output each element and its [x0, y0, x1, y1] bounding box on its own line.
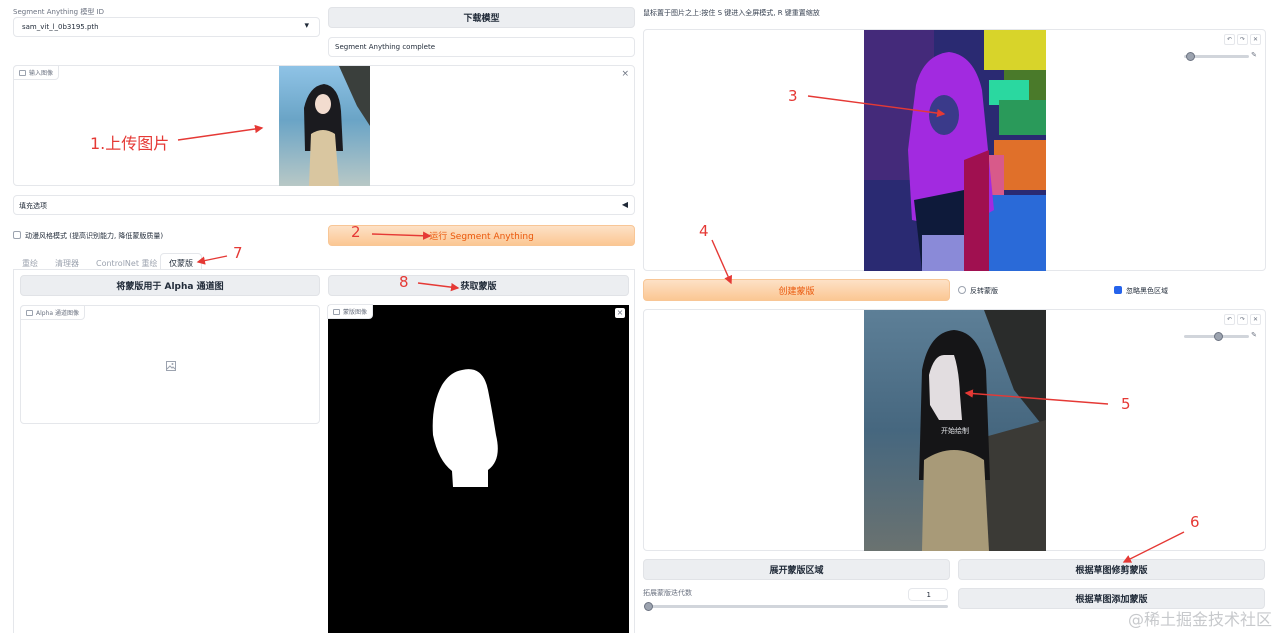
- input-image-tag: 输入图像: [13, 65, 60, 80]
- check-icon: [1116, 295, 1122, 301]
- annotation-6: 6: [1190, 513, 1200, 531]
- download-model-button[interactable]: 下载模型: [328, 7, 635, 28]
- create-mask-button[interactable]: 创建蒙版: [643, 279, 950, 301]
- get-mask-button[interactable]: 获取蒙版: [328, 275, 629, 296]
- model-select-value: sam_vit_l_0b3195.pth: [22, 23, 99, 31]
- mask-image-panel[interactable]: 蒙版图像 ×: [327, 304, 629, 633]
- ignore-black-label: 忽略黑色区域: [1126, 287, 1168, 295]
- image-icon: [26, 309, 33, 316]
- annotation-2: 2: [351, 223, 361, 241]
- input-image-label: 输入图像: [29, 70, 54, 77]
- segment-canvas-panel[interactable]: ↶ ↷ ✕ ✎: [643, 29, 1266, 271]
- alpha-channel-button[interactable]: 将蒙版用于 Alpha 通道图: [20, 275, 320, 296]
- fill-options-accordion[interactable]: 填充选项 ◀: [13, 195, 635, 215]
- undo-icon[interactable]: ↶: [1224, 314, 1235, 325]
- redo-icon[interactable]: ↷: [1237, 34, 1248, 45]
- input-image-panel[interactable]: 输入图像 ×: [13, 65, 635, 186]
- tab-controlnet-inpaint[interactable]: ControlNet 重绘: [96, 258, 158, 269]
- annotation-1: 1.上传图片: [90, 134, 170, 153]
- annotation-3: 3: [788, 87, 798, 105]
- brush-icon: ✎: [1251, 331, 1257, 339]
- clear-icon[interactable]: ✕: [1250, 314, 1261, 325]
- watermark: @稀土掘金技术社区: [1127, 610, 1272, 629]
- status-text: Segment Anything complete: [335, 43, 436, 51]
- iteration-value: 1: [926, 591, 931, 599]
- image-placeholder-icon: [166, 361, 176, 371]
- fill-options-label: 填充选项: [19, 202, 47, 210]
- canvas-toolbar: ↶ ↷ ✕: [1224, 34, 1261, 45]
- model-select[interactable]: sam_vit_l_0b3195.pth ▾: [13, 17, 320, 37]
- annotation-5: 5: [1121, 395, 1131, 413]
- alpha-image-label: Alpha 通道图像: [36, 310, 79, 317]
- anime-mode-label: 动漫风格模式 (提高识别能力, 降低蒙版质量): [25, 232, 164, 240]
- sketch-canvas-panel[interactable]: 开始绘制 ↶ ↷ ✕ ✎: [643, 309, 1266, 551]
- collapse-icon: ◀: [621, 200, 628, 209]
- image-icon: [19, 69, 26, 76]
- mask-image-tag: 蒙版图像: [327, 304, 374, 319]
- trim-mask-button[interactable]: 根据草图修剪蒙版: [958, 559, 1265, 580]
- model-id-label: Segment Anything 模型 ID: [13, 8, 105, 16]
- tab-inpaint[interactable]: 重绘: [22, 258, 38, 269]
- mask-shape: [432, 369, 498, 487]
- close-icon[interactable]: ×: [621, 69, 629, 79]
- run-segment-anything-button[interactable]: 运行 Segment Anything: [328, 225, 635, 246]
- tab-cleaner[interactable]: 清理器: [55, 258, 79, 269]
- expand-mask-button[interactable]: 展开蒙版区域: [643, 559, 950, 580]
- fullscreen-tip: 鼠标置于图片之上:按住 S 键进入全屏模式, R 键重置缩放: [643, 9, 820, 17]
- close-icon[interactable]: ×: [615, 308, 625, 318]
- annotation-8: 8: [399, 273, 409, 291]
- iteration-label: 拓展蒙版迭代数: [643, 589, 692, 597]
- clear-icon[interactable]: ✕: [1250, 34, 1261, 45]
- status-textbox: Segment Anything complete: [328, 37, 635, 57]
- ignore-black-checkbox[interactable]: [1114, 286, 1122, 301]
- brush-size-slider[interactable]: [1184, 52, 1249, 61]
- annotation-7: 7: [233, 244, 243, 262]
- iteration-slider[interactable]: [644, 602, 948, 611]
- anime-mode-checkbox[interactable]: [13, 231, 21, 239]
- alpha-image-panel[interactable]: Alpha 通道图像: [20, 305, 320, 424]
- tab-mask-only-label: 仅蒙版: [169, 259, 193, 268]
- draw-hint: 开始绘制: [941, 427, 969, 435]
- brush-icon: ✎: [1251, 51, 1257, 59]
- segment-result-image: [864, 30, 1046, 271]
- mask-image-label: 蒙版图像: [343, 309, 368, 316]
- alpha-image-tag: Alpha 通道图像: [20, 305, 85, 320]
- annotation-4: 4: [699, 222, 709, 240]
- dropdown-icon: ▾: [304, 21, 309, 31]
- invert-mask-radio[interactable]: [958, 286, 966, 294]
- undo-icon[interactable]: ↶: [1224, 34, 1235, 45]
- tab-mask-only[interactable]: 仅蒙版: [160, 253, 202, 270]
- redo-icon[interactable]: ↷: [1237, 314, 1248, 325]
- input-photo: [279, 66, 370, 186]
- sketch-brush-slider[interactable]: [1184, 332, 1249, 341]
- sketch-toolbar: ↶ ↷ ✕: [1224, 314, 1261, 325]
- image-icon: [333, 308, 340, 315]
- iteration-input[interactable]: 1: [908, 588, 948, 601]
- invert-mask-label: 反转蒙版: [970, 287, 998, 295]
